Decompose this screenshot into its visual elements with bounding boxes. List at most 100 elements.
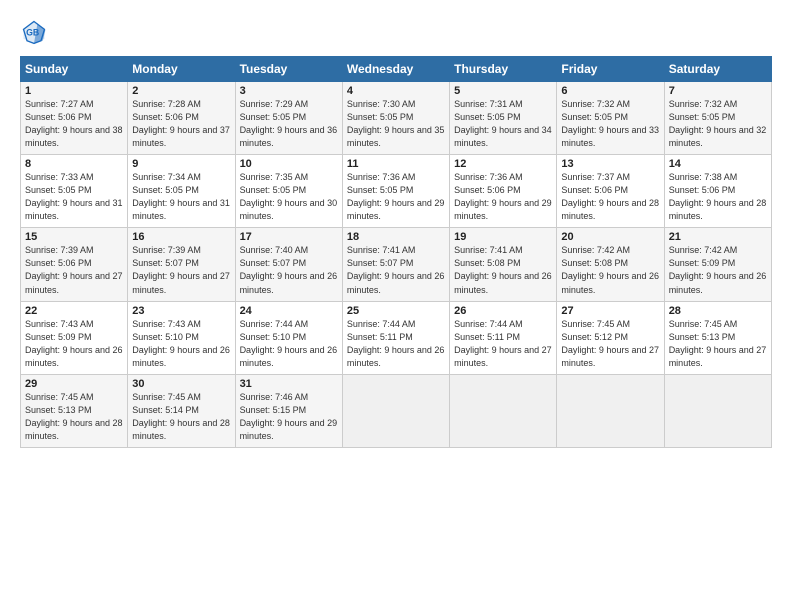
day-info: Sunrise: 7:42 AMSunset: 5:08 PMDaylight:… bbox=[561, 244, 659, 296]
day-info: Sunrise: 7:36 AMSunset: 5:06 PMDaylight:… bbox=[454, 171, 552, 223]
day-info: Sunrise: 7:45 AMSunset: 5:12 PMDaylight:… bbox=[561, 318, 659, 370]
header-day-tuesday: Tuesday bbox=[235, 57, 342, 82]
calendar-cell: 17Sunrise: 7:40 AMSunset: 5:07 PMDayligh… bbox=[235, 228, 342, 301]
day-number: 16 bbox=[132, 231, 230, 243]
calendar-cell: 2Sunrise: 7:28 AMSunset: 5:06 PMDaylight… bbox=[128, 82, 235, 155]
calendar-cell: 1Sunrise: 7:27 AMSunset: 5:06 PMDaylight… bbox=[21, 82, 128, 155]
day-info: Sunrise: 7:29 AMSunset: 5:05 PMDaylight:… bbox=[240, 98, 338, 150]
calendar-cell bbox=[450, 374, 557, 447]
header-day-sunday: Sunday bbox=[21, 57, 128, 82]
day-number: 23 bbox=[132, 305, 230, 317]
day-info: Sunrise: 7:32 AMSunset: 5:05 PMDaylight:… bbox=[561, 98, 659, 150]
day-info: Sunrise: 7:27 AMSunset: 5:06 PMDaylight:… bbox=[25, 98, 123, 150]
calendar-cell: 11Sunrise: 7:36 AMSunset: 5:05 PMDayligh… bbox=[342, 155, 449, 228]
calendar-cell: 6Sunrise: 7:32 AMSunset: 5:05 PMDaylight… bbox=[557, 82, 664, 155]
calendar-cell: 31Sunrise: 7:46 AMSunset: 5:15 PMDayligh… bbox=[235, 374, 342, 447]
calendar-cell bbox=[557, 374, 664, 447]
day-info: Sunrise: 7:41 AMSunset: 5:08 PMDaylight:… bbox=[454, 244, 552, 296]
calendar-week-row: 22Sunrise: 7:43 AMSunset: 5:09 PMDayligh… bbox=[21, 301, 772, 374]
header-day-monday: Monday bbox=[128, 57, 235, 82]
calendar-cell: 27Sunrise: 7:45 AMSunset: 5:12 PMDayligh… bbox=[557, 301, 664, 374]
day-info: Sunrise: 7:39 AMSunset: 5:06 PMDaylight:… bbox=[25, 244, 123, 296]
day-info: Sunrise: 7:33 AMSunset: 5:05 PMDaylight:… bbox=[25, 171, 123, 223]
day-info: Sunrise: 7:31 AMSunset: 5:05 PMDaylight:… bbox=[454, 98, 552, 150]
day-info: Sunrise: 7:42 AMSunset: 5:09 PMDaylight:… bbox=[669, 244, 767, 296]
header-day-friday: Friday bbox=[557, 57, 664, 82]
day-info: Sunrise: 7:37 AMSunset: 5:06 PMDaylight:… bbox=[561, 171, 659, 223]
calendar-cell: 10Sunrise: 7:35 AMSunset: 5:05 PMDayligh… bbox=[235, 155, 342, 228]
day-number: 29 bbox=[25, 378, 123, 390]
day-info: Sunrise: 7:39 AMSunset: 5:07 PMDaylight:… bbox=[132, 244, 230, 296]
calendar-cell: 8Sunrise: 7:33 AMSunset: 5:05 PMDaylight… bbox=[21, 155, 128, 228]
day-info: Sunrise: 7:45 AMSunset: 5:13 PMDaylight:… bbox=[25, 391, 123, 443]
day-info: Sunrise: 7:34 AMSunset: 5:05 PMDaylight:… bbox=[132, 171, 230, 223]
logo: GB bbox=[20, 18, 52, 46]
day-info: Sunrise: 7:35 AMSunset: 5:05 PMDaylight:… bbox=[240, 171, 338, 223]
calendar-cell: 24Sunrise: 7:44 AMSunset: 5:10 PMDayligh… bbox=[235, 301, 342, 374]
calendar-cell: 12Sunrise: 7:36 AMSunset: 5:06 PMDayligh… bbox=[450, 155, 557, 228]
day-info: Sunrise: 7:44 AMSunset: 5:10 PMDaylight:… bbox=[240, 318, 338, 370]
day-number: 4 bbox=[347, 85, 445, 97]
day-number: 22 bbox=[25, 305, 123, 317]
calendar-week-row: 8Sunrise: 7:33 AMSunset: 5:05 PMDaylight… bbox=[21, 155, 772, 228]
day-number: 3 bbox=[240, 85, 338, 97]
calendar-cell: 16Sunrise: 7:39 AMSunset: 5:07 PMDayligh… bbox=[128, 228, 235, 301]
day-number: 30 bbox=[132, 378, 230, 390]
day-number: 15 bbox=[25, 231, 123, 243]
calendar-cell: 29Sunrise: 7:45 AMSunset: 5:13 PMDayligh… bbox=[21, 374, 128, 447]
day-info: Sunrise: 7:43 AMSunset: 5:09 PMDaylight:… bbox=[25, 318, 123, 370]
calendar-cell: 22Sunrise: 7:43 AMSunset: 5:09 PMDayligh… bbox=[21, 301, 128, 374]
day-number: 28 bbox=[669, 305, 767, 317]
logo-icon: GB bbox=[20, 18, 48, 46]
calendar-cell: 3Sunrise: 7:29 AMSunset: 5:05 PMDaylight… bbox=[235, 82, 342, 155]
header-day-thursday: Thursday bbox=[450, 57, 557, 82]
day-number: 27 bbox=[561, 305, 659, 317]
day-number: 31 bbox=[240, 378, 338, 390]
day-number: 24 bbox=[240, 305, 338, 317]
calendar-cell: 14Sunrise: 7:38 AMSunset: 5:06 PMDayligh… bbox=[664, 155, 771, 228]
day-number: 25 bbox=[347, 305, 445, 317]
day-info: Sunrise: 7:38 AMSunset: 5:06 PMDaylight:… bbox=[669, 171, 767, 223]
day-info: Sunrise: 7:28 AMSunset: 5:06 PMDaylight:… bbox=[132, 98, 230, 150]
day-number: 10 bbox=[240, 158, 338, 170]
calendar-cell: 20Sunrise: 7:42 AMSunset: 5:08 PMDayligh… bbox=[557, 228, 664, 301]
day-number: 26 bbox=[454, 305, 552, 317]
day-info: Sunrise: 7:44 AMSunset: 5:11 PMDaylight:… bbox=[347, 318, 445, 370]
calendar-cell: 30Sunrise: 7:45 AMSunset: 5:14 PMDayligh… bbox=[128, 374, 235, 447]
day-number: 18 bbox=[347, 231, 445, 243]
day-number: 5 bbox=[454, 85, 552, 97]
day-number: 7 bbox=[669, 85, 767, 97]
calendar-cell: 7Sunrise: 7:32 AMSunset: 5:05 PMDaylight… bbox=[664, 82, 771, 155]
calendar-cell: 21Sunrise: 7:42 AMSunset: 5:09 PMDayligh… bbox=[664, 228, 771, 301]
calendar-cell bbox=[664, 374, 771, 447]
day-number: 19 bbox=[454, 231, 552, 243]
calendar-cell: 28Sunrise: 7:45 AMSunset: 5:13 PMDayligh… bbox=[664, 301, 771, 374]
calendar-cell: 26Sunrise: 7:44 AMSunset: 5:11 PMDayligh… bbox=[450, 301, 557, 374]
day-number: 8 bbox=[25, 158, 123, 170]
day-number: 14 bbox=[669, 158, 767, 170]
calendar-body: 1Sunrise: 7:27 AMSunset: 5:06 PMDaylight… bbox=[21, 82, 772, 448]
day-number: 13 bbox=[561, 158, 659, 170]
calendar-cell: 23Sunrise: 7:43 AMSunset: 5:10 PMDayligh… bbox=[128, 301, 235, 374]
day-info: Sunrise: 7:45 AMSunset: 5:14 PMDaylight:… bbox=[132, 391, 230, 443]
day-info: Sunrise: 7:44 AMSunset: 5:11 PMDaylight:… bbox=[454, 318, 552, 370]
day-number: 20 bbox=[561, 231, 659, 243]
calendar-header-row: SundayMondayTuesdayWednesdayThursdayFrid… bbox=[21, 57, 772, 82]
day-info: Sunrise: 7:43 AMSunset: 5:10 PMDaylight:… bbox=[132, 318, 230, 370]
calendar-page: GB SundayMondayTuesdayWednesdayThursdayF… bbox=[0, 0, 792, 612]
day-number: 21 bbox=[669, 231, 767, 243]
day-info: Sunrise: 7:40 AMSunset: 5:07 PMDaylight:… bbox=[240, 244, 338, 296]
calendar-week-row: 15Sunrise: 7:39 AMSunset: 5:06 PMDayligh… bbox=[21, 228, 772, 301]
calendar-week-row: 29Sunrise: 7:45 AMSunset: 5:13 PMDayligh… bbox=[21, 374, 772, 447]
calendar-cell: 25Sunrise: 7:44 AMSunset: 5:11 PMDayligh… bbox=[342, 301, 449, 374]
day-number: 12 bbox=[454, 158, 552, 170]
day-number: 6 bbox=[561, 85, 659, 97]
header-day-wednesday: Wednesday bbox=[342, 57, 449, 82]
day-number: 9 bbox=[132, 158, 230, 170]
day-info: Sunrise: 7:32 AMSunset: 5:05 PMDaylight:… bbox=[669, 98, 767, 150]
header: GB bbox=[20, 18, 772, 46]
svg-text:GB: GB bbox=[26, 28, 39, 38]
calendar-cell bbox=[342, 374, 449, 447]
day-number: 11 bbox=[347, 158, 445, 170]
day-number: 2 bbox=[132, 85, 230, 97]
